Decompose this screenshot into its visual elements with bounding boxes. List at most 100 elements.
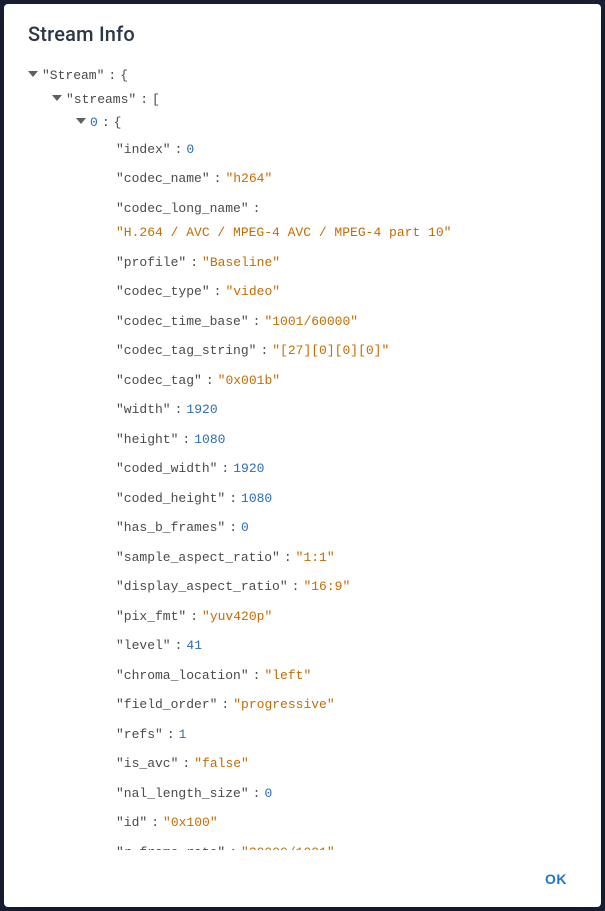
json-node-stream[interactable]: "Stream" : { [28,64,593,88]
json-colon: : [206,371,214,391]
json-key: "streams" [66,90,136,110]
json-value: "30000/1001" [241,843,335,851]
json-colon: : [190,607,198,627]
json-value: "false" [194,754,249,774]
json-key: "coded_width" [116,459,217,479]
json-value: "1:1" [296,548,335,568]
json-property: "codec_tag" : "0x001b" [116,366,593,396]
json-property: "id" : "0x100" [116,808,593,838]
json-key: "pix_fmt" [116,607,186,627]
json-property: "has_b_frames" : 0 [116,513,593,543]
json-colon: : [167,725,175,745]
json-colon: : [182,430,190,450]
json-property: "chroma_location" : "left" [116,661,593,691]
collapse-toggle-icon[interactable] [52,95,62,101]
json-property: "field_order" : "progressive" [116,690,593,720]
json-value: 1920 [186,400,217,420]
json-colon: : [175,400,183,420]
collapse-toggle-icon[interactable] [76,118,86,124]
json-property: "pix_fmt" : "yuv420p" [116,602,593,632]
json-property: "codec_time_base" : "1001/60000" [116,307,593,337]
json-property: "nal_length_size" : 0 [116,779,593,809]
json-colon: : [253,666,261,686]
json-property: "r_frame_rate" : "30000/1001" [116,838,593,851]
json-colon: : [140,90,148,110]
json-colon: : [229,518,237,538]
json-value: 0 [241,518,249,538]
json-key: "height" [116,430,178,450]
json-property: "codec_name" : "h264" [116,164,593,194]
json-value: "left" [264,666,311,686]
json-bracket: { [114,113,122,133]
json-bracket: [ [152,90,160,110]
json-property: "codec_type" : "video" [116,277,593,307]
json-colon: : [182,754,190,774]
json-colon: : [108,66,116,86]
json-key: "refs" [116,725,163,745]
json-colon: : [253,312,261,332]
json-value: "yuv420p" [202,607,272,627]
json-colon: : [102,113,110,133]
json-colon: : [292,577,300,597]
json-key: "level" [116,636,171,656]
json-node-streams[interactable]: "streams" : [ [28,88,593,112]
json-key: "index" [116,140,171,160]
json-key: "sample_aspect_ratio" [116,548,280,568]
json-colon: : [229,843,237,851]
ok-button[interactable]: OK [535,865,577,893]
json-property: "width" : 1920 [116,395,593,425]
collapse-toggle-icon[interactable] [28,71,38,77]
json-value: "0x001b" [218,371,280,391]
json-property: "profile" : "Baseline" [116,248,593,278]
json-value: 1920 [233,459,264,479]
json-value: "[27][0][0][0]" [272,341,389,361]
json-key: "id" [116,813,147,833]
json-value: 1080 [194,430,225,450]
json-value: "1001/60000" [264,312,358,332]
json-key: "width" [116,400,171,420]
json-colon: : [229,489,237,509]
json-colon: : [175,140,183,160]
json-colon: : [221,695,229,715]
json-key: "display_aspect_ratio" [116,577,288,597]
json-value: "H.264 / AVC / MPEG-4 AVC / MPEG-4 part … [116,223,451,243]
json-value: "0x100" [163,813,218,833]
json-value: 1 [179,725,187,745]
json-colon: : [253,199,261,219]
json-colon: : [175,636,183,656]
json-property: "refs" : 1 [116,720,593,750]
json-property: "coded_width" : 1920 [116,454,593,484]
json-value: 0 [186,140,194,160]
json-property: "codec_long_name" : [116,194,593,224]
json-key: "codec_tag_string" [116,341,256,361]
json-tree: "Stream" : { "streams" : [ 0 : { [28,64,593,850]
json-key: "has_b_frames" [116,518,225,538]
json-colon: : [221,459,229,479]
json-property: "level" : 41 [116,631,593,661]
json-node-item0[interactable]: 0 : { [28,111,593,135]
json-properties-list: "index" : 0"codec_name" : "h264""codec_l… [28,135,593,851]
json-key: "nal_length_size" [116,784,249,804]
json-property: "coded_height" : 1080 [116,484,593,514]
dialog-body[interactable]: "Stream" : { "streams" : [ 0 : { [4,56,601,850]
json-colon: : [284,548,292,568]
json-property: "display_aspect_ratio" : "16:9" [116,572,593,602]
json-key: 0 [90,113,98,133]
json-colon: : [214,169,222,189]
json-property: "index" : 0 [116,135,593,165]
json-value: "h264" [225,169,272,189]
json-key: "codec_tag" [116,371,202,391]
json-key: "profile" [116,253,186,273]
json-colon: : [214,282,222,302]
json-value: 0 [264,784,272,804]
json-property: "height" : 1080 [116,425,593,455]
json-key: "codec_time_base" [116,312,249,332]
json-key: "codec_name" [116,169,210,189]
json-value: "video" [225,282,280,302]
json-key: "codec_type" [116,282,210,302]
json-property: "codec_tag_string" : "[27][0][0][0]" [116,336,593,366]
json-property: "is_avc" : "false" [116,749,593,779]
dialog-footer: OK [4,850,601,907]
json-value: "Baseline" [202,253,280,273]
json-value: "progressive" [233,695,334,715]
